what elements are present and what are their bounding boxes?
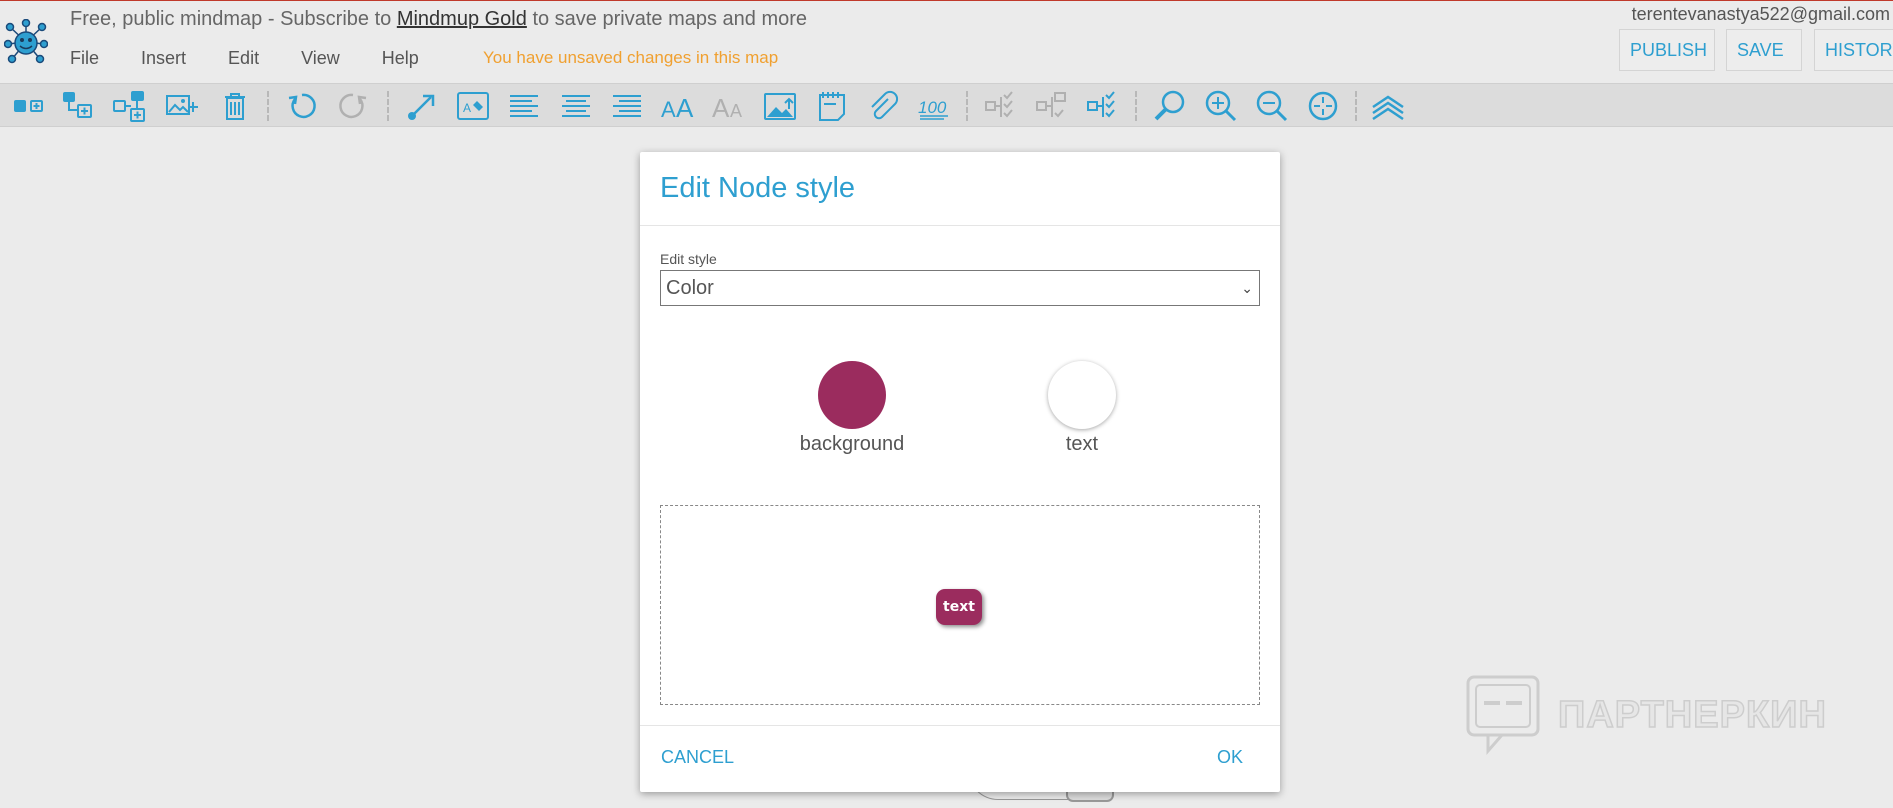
toolbar-separator	[267, 91, 269, 121]
text-color-swatch[interactable]	[1048, 361, 1116, 429]
redo-icon[interactable]	[336, 89, 370, 123]
align-right-icon[interactable]	[610, 89, 644, 123]
cancel-button[interactable]: CANCEL	[661, 747, 734, 768]
svg-text:A: A	[463, 101, 471, 115]
attachment-icon[interactable]	[866, 89, 900, 123]
dialog-footer-divider	[640, 725, 1280, 726]
expand-icon[interactable]	[1035, 89, 1069, 123]
toolbar-separator	[966, 91, 968, 121]
decrease-font-icon[interactable]: AA	[712, 89, 746, 123]
promo-prefix: Free, public mindmap - Subscribe to	[70, 8, 392, 30]
menu-insert[interactable]: Insert	[141, 48, 186, 69]
align-center-icon[interactable]	[559, 89, 593, 123]
promo-banner: Free, public mindmap - Subscribe to Mind…	[70, 8, 807, 31]
edit-style-icon[interactable]: A	[456, 89, 490, 123]
style-preview-area: text	[660, 505, 1260, 705]
app-header: Free, public mindmap - Subscribe to Mind…	[0, 0, 1893, 83]
layers-icon[interactable]	[1371, 89, 1405, 123]
menu-file[interactable]: File	[70, 48, 99, 69]
increase-font-icon[interactable]: AA	[661, 89, 695, 123]
add-child-icon[interactable]	[62, 89, 96, 123]
collapse-icon[interactable]	[984, 89, 1018, 123]
preview-node: text	[936, 589, 982, 625]
edit-style-select[interactable]: Color ⌄	[660, 270, 1260, 306]
promo-suffix: to save private maps and more	[532, 8, 808, 30]
add-sibling-icon[interactable]	[12, 89, 46, 123]
background-color-label: background	[799, 433, 905, 455]
menu-view[interactable]: View	[301, 48, 340, 69]
toolbar-separator	[1355, 91, 1357, 121]
svg-text:A: A	[730, 101, 742, 121]
background-color-swatch[interactable]	[818, 361, 886, 429]
note-icon[interactable]	[815, 89, 849, 123]
progress-icon[interactable]: 100	[917, 89, 951, 123]
main-menu: File Insert Edit View Help	[70, 48, 461, 69]
ok-button[interactable]: OK	[1217, 747, 1243, 768]
text-color-label: text	[1065, 433, 1099, 455]
link-nodes-icon[interactable]	[405, 89, 439, 123]
dialog-header-divider	[640, 225, 1280, 226]
add-image-icon[interactable]	[165, 89, 199, 123]
toolbar: A AA AA 100	[0, 83, 1893, 127]
add-parent-icon[interactable]	[113, 89, 147, 123]
save-button[interactable]: SAVE	[1726, 29, 1802, 71]
select-icon[interactable]	[1086, 89, 1120, 123]
menu-help[interactable]: Help	[382, 48, 419, 69]
svg-text:A: A	[676, 93, 694, 123]
undo-icon[interactable]	[285, 89, 319, 123]
center-icon[interactable]	[1306, 89, 1340, 123]
user-email[interactable]: terentevanastya522@gmail.com	[1632, 4, 1890, 25]
publish-button[interactable]: PUBLISH	[1619, 29, 1715, 71]
mindmup-logo-icon[interactable]	[4, 19, 48, 65]
watermark-text: ПАРТНЕРКИН	[1557, 693, 1827, 737]
edit-style-label: Edit style	[660, 251, 717, 267]
svg-text:100: 100	[918, 98, 947, 117]
find-icon[interactable]	[1153, 89, 1187, 123]
history-button[interactable]: HISTORY	[1814, 29, 1893, 71]
image-icon[interactable]	[763, 89, 797, 123]
chevron-down-icon: ⌄	[1241, 280, 1253, 296]
mindmup-gold-link[interactable]: Mindmup Gold	[397, 8, 527, 30]
zoom-out-icon[interactable]	[1255, 89, 1289, 123]
align-left-icon[interactable]	[507, 89, 541, 123]
zoom-in-icon[interactable]	[1204, 89, 1238, 123]
toolbar-separator	[387, 91, 389, 121]
watermark: ПАРТНЕРКИН	[1466, 675, 1827, 755]
watermark-logo-icon	[1466, 675, 1540, 755]
svg-text:A: A	[661, 97, 676, 122]
delete-icon[interactable]	[218, 89, 252, 123]
unsaved-changes-notice: You have unsaved changes in this map	[483, 48, 779, 67]
menu-edit[interactable]: Edit	[228, 48, 259, 69]
edit-node-style-dialog: Edit Node style Edit style Color ⌄ backg…	[640, 152, 1280, 792]
dialog-title: Edit Node style	[660, 172, 856, 204]
edit-style-selected-value: Color	[666, 277, 714, 299]
toolbar-separator	[1135, 91, 1137, 121]
svg-text:A: A	[712, 93, 730, 123]
